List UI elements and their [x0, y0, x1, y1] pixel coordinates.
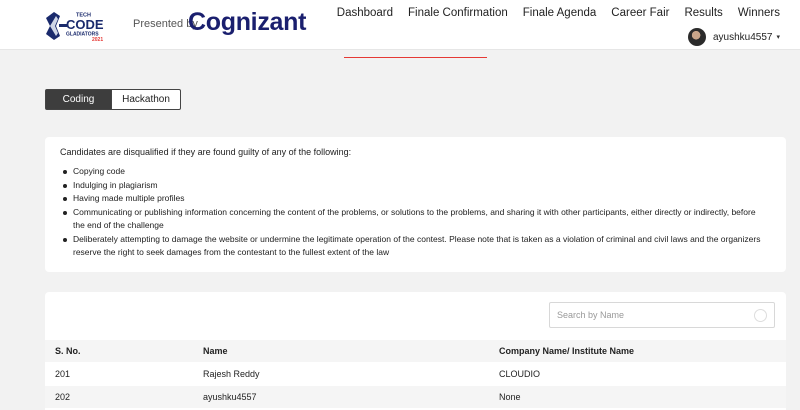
list-item: Having made multiple profiles — [60, 192, 771, 206]
table-row: 201 Rajesh Reddy CLOUDIO — [45, 363, 786, 385]
search-box — [549, 302, 775, 328]
username: ayushku4557 — [712, 31, 773, 43]
search-icon[interactable] — [754, 309, 767, 322]
column-header-name: Name — [203, 346, 228, 356]
participants-table-card: S. No. Name Company Name/ Institute Name… — [45, 292, 786, 410]
nav-finale-confirmation[interactable]: Finale Confirmation — [408, 7, 508, 19]
nav-results[interactable]: Results — [684, 7, 722, 19]
user-menu[interactable]: ayushku4557 ▾ — [687, 28, 780, 46]
main-nav: Dashboard Finale Confirmation Finale Age… — [322, 7, 780, 19]
disqualification-rules-card: Candidates are disqualified if they are … — [45, 137, 786, 272]
list-item: Copying code — [60, 165, 771, 179]
cell-name: Rajesh Reddy — [203, 369, 260, 379]
table-row: 202 ayushku4557 None — [45, 386, 786, 408]
list-item: Indulging in plagiarism — [60, 179, 771, 193]
cell-sno: 202 — [55, 392, 71, 402]
list-item: Deliberately attempting to damage the we… — [60, 233, 771, 260]
cell-sno: 201 — [55, 369, 71, 379]
nav-winners[interactable]: Winners — [738, 7, 780, 19]
code-gladiators-logo[interactable]: TECH CODE GLADIATORS 2021 — [44, 10, 122, 43]
cell-name: ayushku4557 — [203, 392, 257, 402]
cognizant-logo[interactable]: Cognizant — [188, 8, 306, 37]
column-header-sno: S. No. — [55, 346, 81, 356]
table-header: S. No. Name Company Name/ Institute Name — [45, 340, 786, 362]
avatar — [687, 28, 706, 46]
tab-coding[interactable]: Coding — [45, 89, 112, 110]
svg-text:2021: 2021 — [92, 37, 103, 42]
cell-company: None — [499, 392, 521, 402]
list-item: Communicating or publishing information … — [60, 206, 771, 233]
column-header-company: Company Name/ Institute Name — [499, 346, 635, 356]
nav-career-fair[interactable]: Career Fair — [611, 7, 669, 19]
svg-text:CODE: CODE — [66, 17, 104, 32]
rules-heading: Candidates are disqualified if they are … — [60, 147, 352, 157]
top-navbar: TECH CODE GLADIATORS 2021 Presented by C… — [0, 0, 800, 50]
nav-dashboard[interactable]: Dashboard — [337, 7, 393, 19]
cell-company: CLOUDIO — [499, 369, 541, 379]
nav-finale-agenda[interactable]: Finale Agenda — [523, 7, 597, 19]
section-divider — [344, 57, 487, 58]
contest-tabs: Coding Hackathon — [45, 89, 181, 110]
tab-hackathon[interactable]: Hackathon — [112, 89, 181, 110]
rules-list: Copying code Indulging in plagiarism Hav… — [60, 165, 771, 260]
search-input[interactable] — [550, 303, 740, 327]
caret-down-icon: ▾ — [776, 34, 780, 41]
